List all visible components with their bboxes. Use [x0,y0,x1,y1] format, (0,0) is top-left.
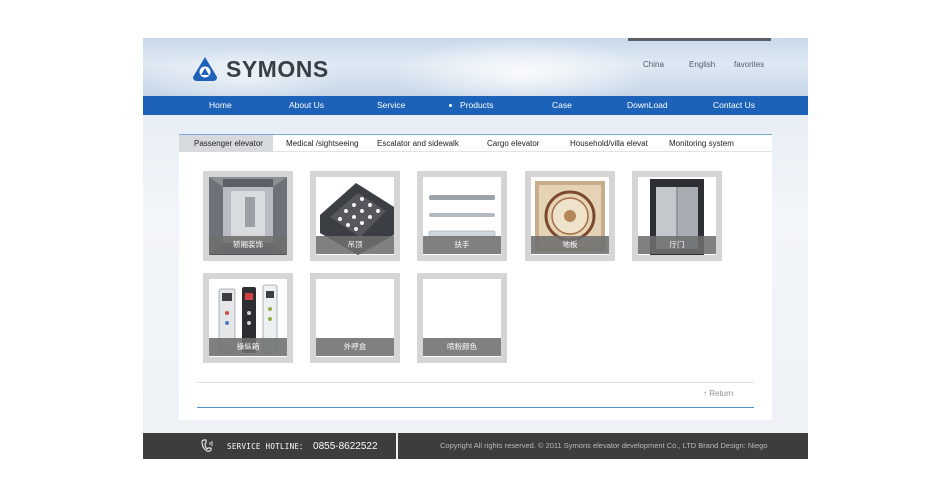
product-caption: 操纵箱 [209,338,287,356]
tab-household-villa[interactable]: Household/villa elevat [570,135,648,152]
tab-cargo-elevator[interactable]: Cargo elevator [487,135,539,152]
active-dot-icon [449,104,452,108]
nav-service[interactable]: Service [377,96,405,115]
product-caption: 吊顶 [316,236,394,254]
hotline: SERVICE HOTLINE： 0855-8622522 [201,433,378,459]
header: SYMONS China English favorites [143,38,808,96]
product-tile[interactable]: 地板 [525,171,615,261]
product-tile[interactable]: 扶手 [417,171,507,261]
top-accent-line [628,38,771,41]
logo[interactable]: SYMONS [192,56,329,82]
product-tile[interactable]: 操纵箱 [203,273,293,363]
product-tile[interactable]: 厅门 [632,171,722,261]
return-link[interactable]: ↑ Return [703,389,733,398]
nav-products[interactable]: Products [449,96,494,115]
tab-monitoring-system[interactable]: Monitoring system [669,135,734,152]
phone-icon [201,439,213,452]
nav-case[interactable]: Case [552,96,572,115]
product-tile[interactable]: 吊顶 [310,171,400,261]
product-caption: 轿厢装饰 [209,236,287,254]
lang-english-link[interactable]: English [689,60,715,69]
product-tile[interactable]: 喷粉颜色 [417,273,507,363]
divider [197,382,754,383]
product-panel: Passenger elevator Medical /sightseeing … [179,134,772,420]
brand-name: SYMONS [226,55,329,82]
category-tabs: Passenger elevator Medical /sightseeing … [179,134,772,152]
product-caption: 扶手 [423,236,501,254]
product-tile[interactable]: 外呼盒 [310,273,400,363]
product-caption: 外呼盒 [316,338,394,356]
hotline-label: SERVICE HOTLINE： [227,441,308,451]
nav-products-label: Products [460,100,494,110]
tab-passenger-elevator[interactable]: Passenger elevator [179,135,273,152]
copyright: Copyright All rights reserved. © 2011 Sy… [440,441,768,450]
favorites-link[interactable]: favorites [734,60,764,69]
footer-separator [396,433,398,459]
nav-home[interactable]: Home [209,96,232,115]
hotline-number: 0855-8622522 [313,440,378,452]
tab-medical-sightseeing[interactable]: Medical /sightseeing [286,135,358,152]
header-cloud [393,38,653,96]
symons-logo-icon [193,57,217,81]
main-nav: Home About Us Service Products Case Down… [143,96,808,115]
product-caption: 喷粉颜色 [423,338,501,356]
lang-china-link[interactable]: China [643,60,664,69]
nav-about-us[interactable]: About Us [289,96,324,115]
nav-contact-us[interactable]: Contact Us [713,96,755,115]
tab-escalator-sidewalk[interactable]: Escalator and sidewalk [377,135,459,152]
product-caption: 厅门 [638,236,716,254]
footer: SERVICE HOTLINE： 0855-8622522 Copyright … [143,433,808,459]
divider [197,407,754,408]
nav-download[interactable]: DownLoad [627,96,668,115]
product-caption: 地板 [531,236,609,254]
product-tile[interactable]: 轿厢装饰 [203,171,293,261]
